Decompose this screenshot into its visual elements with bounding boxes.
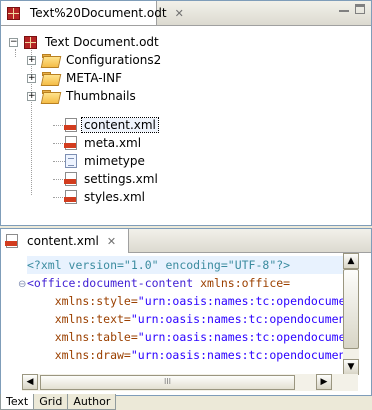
- collapse-icon[interactable]: −: [9, 37, 18, 47]
- horizontal-scrollbar[interactable]: ◀ III ▶: [22, 374, 358, 391]
- tree-item-label: mimetype: [84, 154, 145, 168]
- tree-item-settings-xml[interactable]: settings.xml: [64, 170, 160, 188]
- tree-item-label: meta.xml: [84, 136, 142, 150]
- tree-item-label: Configurations2: [66, 53, 162, 67]
- editor-tab-content-xml[interactable]: content.xml ✕: [1, 229, 129, 253]
- view-tab-title: Text%20Document.odt: [30, 6, 167, 20]
- xml-file-icon: [64, 118, 77, 132]
- tree-item-meta-inf[interactable]: + META-INF: [27, 69, 124, 87]
- code-line: <?xml version="1.0" encoding="UTF-8"?>: [27, 256, 343, 274]
- folder-icon: [42, 90, 59, 102]
- scroll-down-icon[interactable]: ▼: [343, 359, 359, 375]
- tab-grid[interactable]: Grid: [33, 394, 69, 410]
- tab-text[interactable]: Text: [0, 394, 35, 410]
- expand-icon[interactable]: +: [27, 55, 36, 65]
- code-line: xmlns:draw="urn:oasis:names:tc:opendocum…: [27, 346, 343, 364]
- odt-file-icon: [7, 6, 20, 20]
- tree-item-label: styles.xml: [84, 190, 145, 204]
- scroll-thumb[interactable]: III: [40, 375, 295, 390]
- xml-editor: content.xml ✕ ⊖ <?xml version="1.0" enco…: [0, 228, 372, 396]
- tree-item-label: Text Document.odt: [45, 35, 159, 49]
- code-token: <?xml version="1.0" encoding="UTF-8"?>: [27, 258, 291, 272]
- view-tab[interactable]: Text%20Document.odt ✕: [1, 1, 184, 25]
- tree-item-content-xml[interactable]: content.xml: [64, 116, 159, 134]
- tree-item-configurations2[interactable]: + Configurations2: [27, 51, 163, 69]
- scroll-right-icon[interactable]: ▶: [316, 374, 332, 390]
- code-token: "urn:oasis:names:tc:opendocument:xmlns:s…: [137, 294, 343, 308]
- code-line: xmlns:style="urn:oasis:names:tc:opendocu…: [27, 292, 343, 310]
- close-icon[interactable]: ✕: [175, 7, 184, 20]
- minimize-icon[interactable]: [339, 4, 349, 12]
- code-token: <office:document-content: [27, 276, 194, 290]
- code-token: xmlns:text=: [27, 312, 131, 326]
- tab-author[interactable]: Author: [67, 394, 117, 410]
- tree-item-thumbnails[interactable]: + Thumbnails: [27, 87, 138, 105]
- editor-tab-title: content.xml: [27, 234, 99, 248]
- view-window-controls: [339, 4, 365, 14]
- tree-item-mimetype[interactable]: mimetype: [65, 152, 147, 170]
- tree-item-meta-xml[interactable]: meta.xml: [64, 134, 143, 152]
- xml-file-icon: [64, 172, 77, 186]
- odt-file-icon: [24, 35, 37, 49]
- code-line: xmlns:text="urn:oasis:names:tc:opendocum…: [27, 310, 343, 328]
- xml-file-icon: [5, 234, 18, 248]
- project-view: Text%20Document.odt ✕ − Text Document.od…: [0, 0, 372, 226]
- tree-item-label: content.xml: [81, 117, 159, 133]
- code-token: xmlns:style=: [27, 294, 138, 308]
- tree-item-label: META-INF: [66, 71, 123, 85]
- code-token: xmlns:draw=: [27, 348, 131, 362]
- code-token: xmlns:office=: [193, 276, 291, 290]
- text-file-icon: [65, 154, 77, 168]
- tree-item-label: settings.xml: [84, 172, 158, 186]
- folder-icon: [42, 54, 59, 66]
- code-token: "urn:oasis:names:tc:opendocument:xmlns:t…: [137, 330, 343, 344]
- expand-icon[interactable]: +: [27, 73, 36, 83]
- folder-icon: [42, 72, 59, 84]
- xml-file-icon: [64, 190, 77, 204]
- expand-icon[interactable]: +: [27, 91, 36, 101]
- tree-item-label: Thumbnails: [66, 89, 136, 103]
- scroll-thumb[interactable]: [343, 269, 359, 349]
- code-token: "urn:oasis:names:tc:opendocument:xmlns:d…: [130, 348, 343, 362]
- maximize-icon[interactable]: [355, 4, 365, 14]
- editor-mode-tabs: Text Grid Author: [0, 394, 117, 410]
- code-token: "urn:oasis:names:tc:opendocument:xmlns:t…: [130, 312, 343, 326]
- scroll-left-icon[interactable]: ◀: [22, 374, 38, 390]
- tree-connector: [53, 161, 65, 162]
- xml-file-icon: [64, 136, 77, 150]
- vertical-scrollbar[interactable]: ▲ ▼: [343, 253, 359, 375]
- tree-item-root[interactable]: − Text Document.odt: [9, 33, 161, 51]
- code-token: xmlns:table=: [27, 330, 138, 344]
- tree-item-styles-xml[interactable]: styles.xml: [64, 188, 147, 206]
- code-text-area[interactable]: <?xml version="1.0" encoding="UTF-8"?> <o…: [27, 256, 343, 372]
- code-line: <office:document-content xmlns:office=: [27, 274, 343, 292]
- close-icon[interactable]: ✕: [107, 235, 116, 248]
- scroll-up-icon[interactable]: ▲: [343, 253, 359, 269]
- code-line: xmlns:table="urn:oasis:names:tc:opendocu…: [27, 328, 343, 346]
